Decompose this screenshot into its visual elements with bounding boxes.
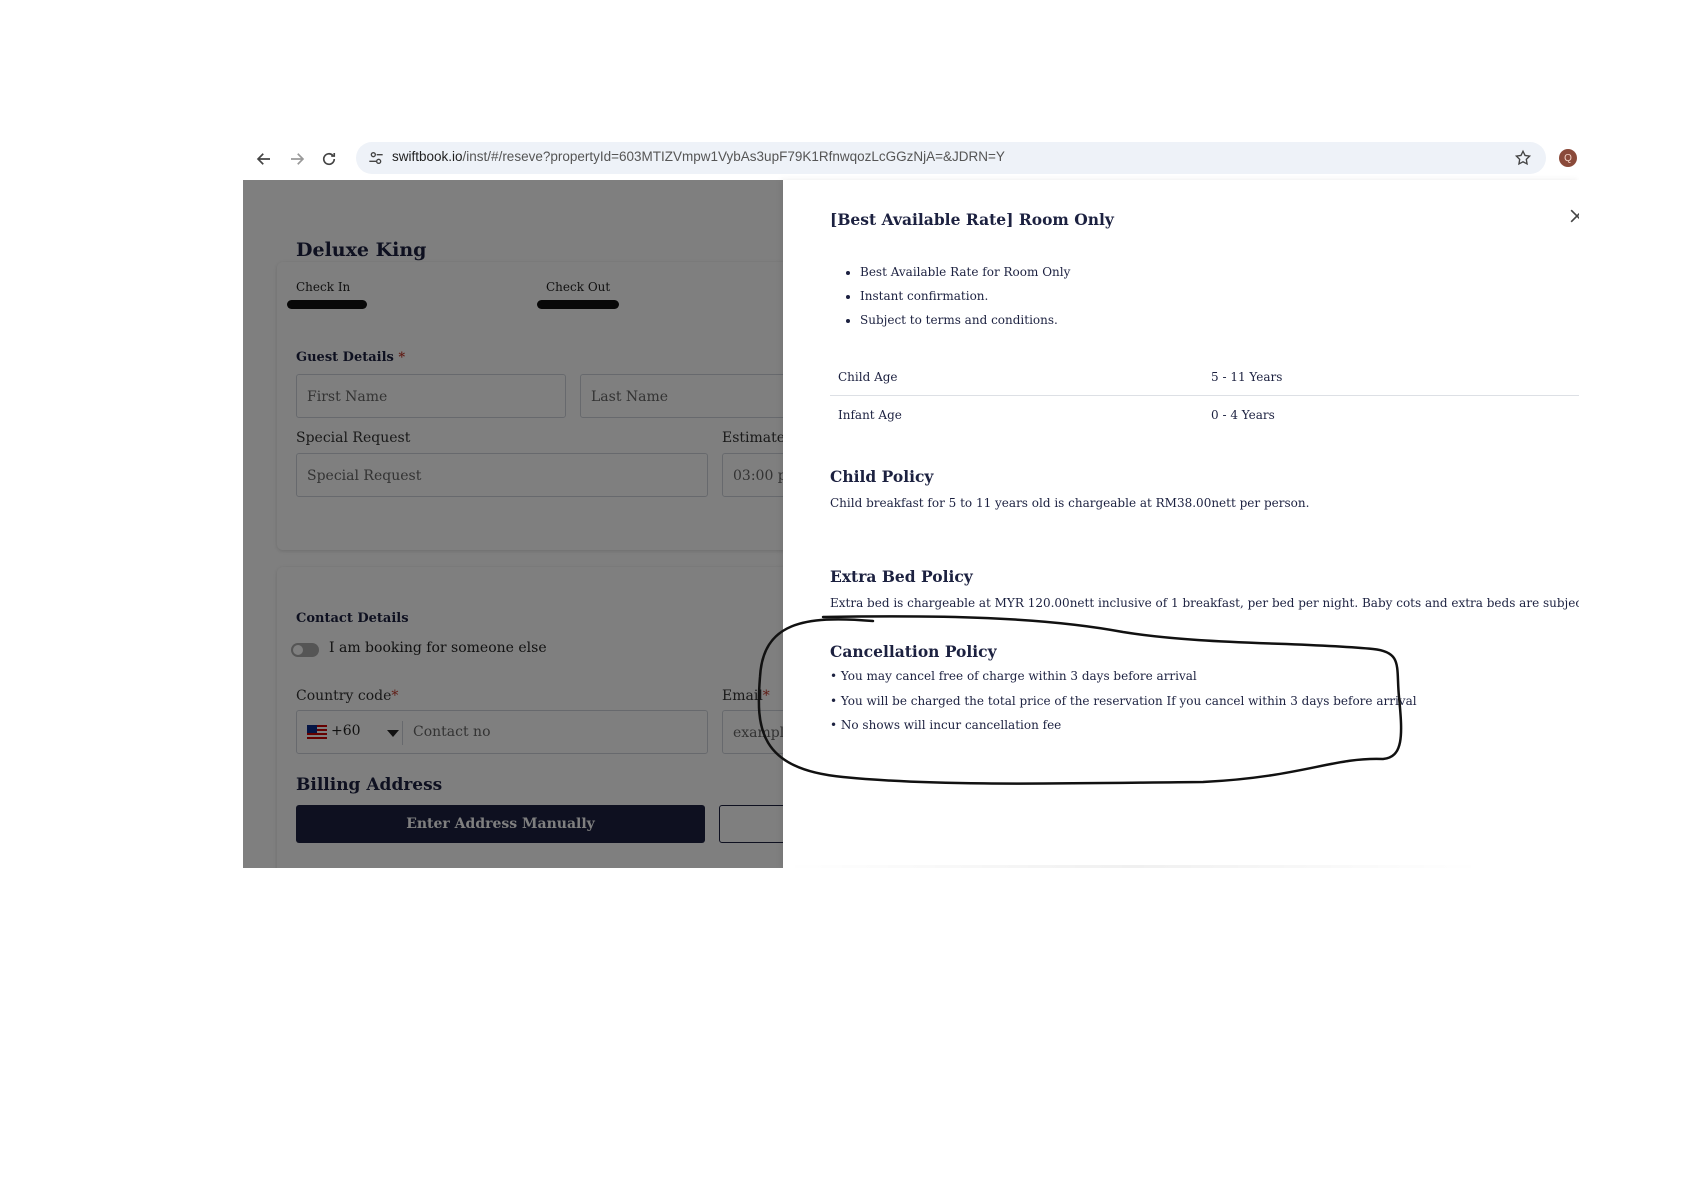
rate-highlights: Best Available Rate for Room Only Instan… — [830, 260, 1070, 332]
url-text[interactable]: swiftbook.io/inst/#/reseve?propertyId=60… — [392, 149, 1005, 164]
highlight-item: Instant confirmation. — [860, 284, 1070, 308]
child-policy-text: Child breakfast for 5 to 11 years old is… — [830, 496, 1310, 510]
age-value: 5 - 11 Years — [1203, 358, 1579, 396]
cancellation-policy-list: • You may cancel free of charge within 3… — [830, 664, 1417, 738]
extra-bed-policy-title: Extra Bed Policy — [830, 567, 973, 586]
drawer-title: [Best Available Rate] Room Only — [830, 210, 1114, 229]
url-path: /inst/#/reseve?propertyId=603MTIZVmpw1Vy… — [462, 149, 1005, 164]
age-table: Child Age 5 - 11 Years Infant Age 0 - 4 … — [830, 358, 1579, 433]
rate-details-drawer: [Best Available Rate] Room Only Best Ava… — [783, 180, 1579, 868]
list-item: • You will be charged the total price of… — [830, 693, 1417, 708]
address-bar[interactable]: swiftbook.io/inst/#/reseve?propertyId=60… — [356, 142, 1546, 174]
reload-button[interactable] — [317, 147, 341, 171]
highlight-item: Best Available Rate for Room Only — [860, 260, 1070, 284]
list-item: • You may cancel free of charge within 3… — [830, 669, 1197, 683]
table-row: Child Age 5 - 11 Years — [830, 358, 1579, 396]
bookmark-star-icon[interactable] — [1514, 149, 1532, 167]
list-item: • No shows will incur cancellation fee — [830, 718, 1062, 732]
back-button[interactable] — [252, 147, 276, 171]
age-label: Child Age — [830, 358, 1203, 396]
booking-page: Deluxe King Check In Check Out Guest Det… — [243, 180, 783, 868]
age-label: Infant Age — [838, 407, 902, 422]
modal-backdrop[interactable] — [243, 180, 783, 868]
table-row: Infant Age 0 - 4 Years — [830, 396, 1579, 434]
close-icon[interactable] — [1567, 206, 1579, 226]
arrow-right-icon — [291, 153, 305, 165]
child-policy-title: Child Policy — [830, 467, 934, 486]
extra-bed-policy-text: Extra bed is chargeable at MYR 120.00net… — [830, 596, 1579, 610]
url-host: swiftbook.io — [392, 149, 463, 164]
reload-icon — [322, 152, 336, 166]
drawer-bottom-shadow — [783, 865, 1483, 868]
screenshot-area: swiftbook.io/inst/#/reseve?propertyId=60… — [243, 137, 1579, 868]
arrow-left-icon — [256, 153, 270, 165]
cancellation-policy-title: Cancellation Policy — [830, 642, 997, 661]
age-value: 0 - 4 Years — [1211, 407, 1275, 422]
forward-button[interactable] — [285, 147, 309, 171]
browser-toolbar: swiftbook.io/inst/#/reseve?propertyId=60… — [243, 137, 1579, 181]
site-settings-icon[interactable] — [368, 150, 384, 166]
profile-avatar[interactable]: Q — [1559, 149, 1577, 167]
highlight-item: Subject to terms and conditions. — [860, 308, 1070, 332]
